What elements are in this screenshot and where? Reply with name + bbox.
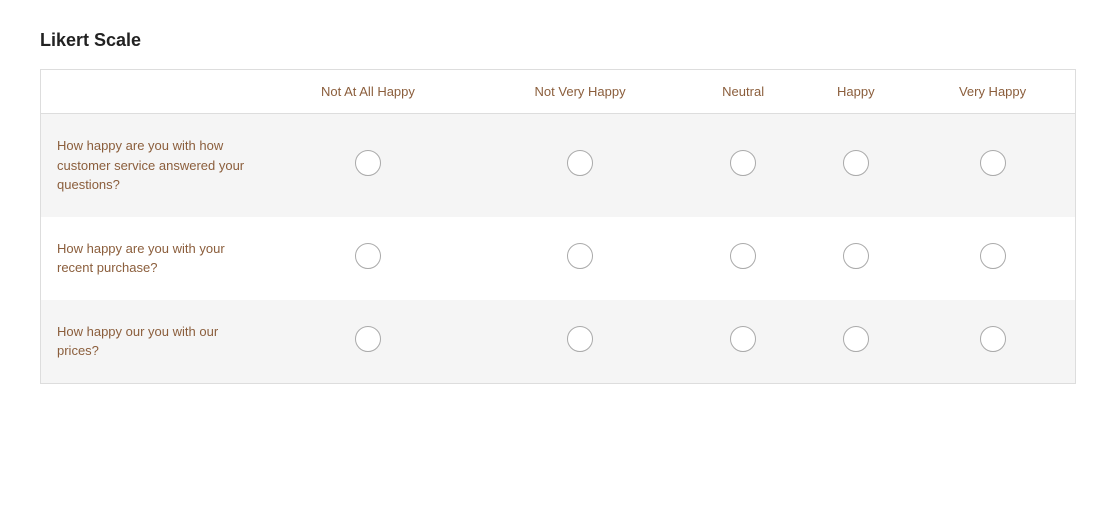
table-header-row: Not At All Happy Not Very Happy Neutral … [41,70,1076,114]
question-cell: How happy are you with how customer serv… [41,114,261,217]
radio-very-happy-row1[interactable] [980,243,1006,269]
radio-cell-not-at-all-happy [261,114,476,217]
radio-not-very-happy-row1[interactable] [567,243,593,269]
radio-cell-not-very-happy [475,300,684,384]
radio-cell-happy [802,300,911,384]
radio-not-at-all-happy-row1[interactable] [355,243,381,269]
likert-scale-table: Not At All Happy Not Very Happy Neutral … [40,69,1076,384]
radio-cell-neutral [685,217,802,300]
page-title: Likert Scale [40,30,1076,51]
table-row: How happy our you with our prices? [41,300,1076,384]
radio-cell-neutral [685,300,802,384]
table-row: How happy are you with how customer serv… [41,114,1076,217]
radio-happy-row0[interactable] [843,150,869,176]
column-header-neutral: Neutral [685,70,802,114]
radio-cell-neutral [685,114,802,217]
radio-not-very-happy-row2[interactable] [567,326,593,352]
radio-not-at-all-happy-row2[interactable] [355,326,381,352]
table-row: How happy are you with your recent purch… [41,217,1076,300]
question-cell: How happy are you with your recent purch… [41,217,261,300]
radio-cell-very-happy [910,300,1075,384]
radio-not-at-all-happy-row0[interactable] [355,150,381,176]
radio-cell-very-happy [910,217,1075,300]
column-header-happy: Happy [802,70,911,114]
radio-neutral-row1[interactable] [730,243,756,269]
column-header-not-at-all-happy: Not At All Happy [261,70,476,114]
radio-neutral-row0[interactable] [730,150,756,176]
radio-not-very-happy-row0[interactable] [567,150,593,176]
column-header-label [41,70,261,114]
question-cell: How happy our you with our prices? [41,300,261,384]
radio-happy-row2[interactable] [843,326,869,352]
radio-cell-not-at-all-happy [261,217,476,300]
radio-cell-not-very-happy [475,217,684,300]
radio-cell-happy [802,114,911,217]
radio-very-happy-row0[interactable] [980,150,1006,176]
radio-very-happy-row2[interactable] [980,326,1006,352]
column-header-very-happy: Very Happy [910,70,1075,114]
radio-cell-happy [802,217,911,300]
column-header-not-very-happy: Not Very Happy [475,70,684,114]
radio-neutral-row2[interactable] [730,326,756,352]
radio-cell-not-at-all-happy [261,300,476,384]
radio-cell-not-very-happy [475,114,684,217]
radio-cell-very-happy [910,114,1075,217]
radio-happy-row1[interactable] [843,243,869,269]
